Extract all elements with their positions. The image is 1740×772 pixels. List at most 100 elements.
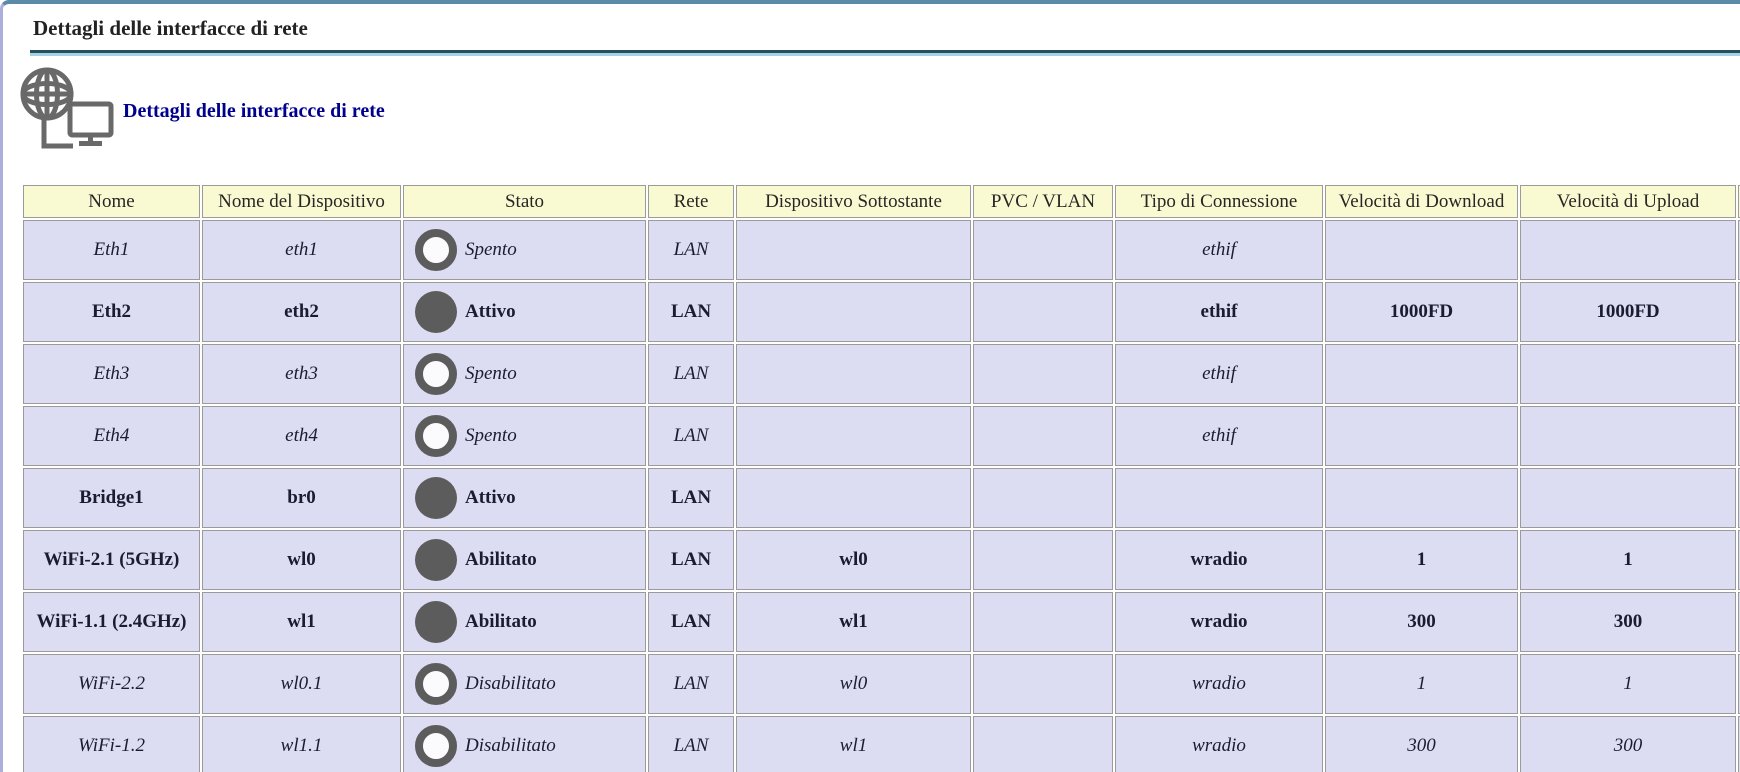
cell-underlying bbox=[736, 406, 971, 466]
cell-connection: ethif bbox=[1115, 406, 1323, 466]
table-row: WiFi-1.1 (2.4GHz) wl1 Abilitato LAN wl1 wradi… bbox=[23, 592, 1740, 652]
cell-upload: 300 bbox=[1520, 716, 1736, 772]
cell-underlying: wl0 bbox=[736, 530, 971, 590]
cell-upload: 1000FD bbox=[1520, 282, 1736, 342]
cell-pvc_vlan bbox=[973, 220, 1113, 280]
cell-device: eth1 bbox=[202, 220, 401, 280]
cell-pvc_vlan bbox=[973, 716, 1113, 772]
cell-network: LAN bbox=[648, 220, 734, 280]
column-header-pvc_vlan: PVC / VLAN bbox=[973, 185, 1113, 218]
column-header-status: Stato bbox=[403, 185, 646, 218]
cell-underlying bbox=[736, 468, 971, 528]
cell-device: eth2 bbox=[202, 282, 401, 342]
cell-name: Eth3 bbox=[23, 344, 200, 404]
globe-monitor-icon bbox=[20, 67, 114, 149]
status-label: Abilitato bbox=[465, 611, 537, 632]
status-label: Disabilitato bbox=[465, 673, 556, 694]
cell-device: br0 bbox=[202, 468, 401, 528]
status-inactive-icon bbox=[415, 663, 457, 705]
cell-download: 1000FD bbox=[1325, 282, 1518, 342]
status-inactive-icon bbox=[415, 353, 457, 395]
interfaces-table: Nome Nome del Dispositivo Stato Rete Disposi… bbox=[21, 183, 1740, 772]
cell-download: 300 bbox=[1325, 592, 1518, 652]
cell-upload: 300 bbox=[1520, 592, 1736, 652]
section-heading: Dettagli delle interfacce di rete bbox=[123, 99, 385, 122]
table-body: Eth1 eth1 Spento LAN ethif Eth2 eth2 Attivo LAN e… bbox=[23, 220, 1740, 772]
cell-name: Eth2 bbox=[23, 282, 200, 342]
status-label: Attivo bbox=[465, 487, 516, 508]
cell-underlying bbox=[736, 344, 971, 404]
cell-status: Attivo bbox=[403, 282, 646, 342]
cell-name: WiFi-2.2 bbox=[23, 654, 200, 714]
status-label: Spento bbox=[465, 239, 517, 260]
title-divider bbox=[30, 50, 1740, 56]
cell-download bbox=[1325, 406, 1518, 466]
column-header-upload: Velocità di Upload bbox=[1520, 185, 1736, 218]
status-active-icon bbox=[415, 291, 457, 333]
cell-underlying bbox=[736, 282, 971, 342]
cell-upload bbox=[1520, 344, 1736, 404]
cell-network: LAN bbox=[648, 282, 734, 342]
cell-download bbox=[1325, 344, 1518, 404]
cell-status: Abilitato bbox=[403, 530, 646, 590]
status-label: Abilitato bbox=[465, 549, 537, 570]
cell-network: LAN bbox=[648, 530, 734, 590]
cell-connection: wradio bbox=[1115, 654, 1323, 714]
cell-name: Eth1 bbox=[23, 220, 200, 280]
cell-download bbox=[1325, 468, 1518, 528]
cell-status: Spento bbox=[403, 344, 646, 404]
header-row: Nome Nome del Dispositivo Stato Rete Disposi… bbox=[23, 185, 1740, 218]
network-interface-details-page: Dettagli delle interfacce di rete Dettag… bbox=[0, 0, 1740, 772]
cell-name: WiFi-1.2 bbox=[23, 716, 200, 772]
cell-name: WiFi-2.1 (5GHz) bbox=[23, 530, 200, 590]
status-inactive-icon bbox=[415, 229, 457, 271]
cell-upload: 1 bbox=[1520, 654, 1736, 714]
table-row: WiFi-2.2 wl0.1 Disabilitato LAN wl0 wradio 1 1 bbox=[23, 654, 1740, 714]
table-row: Eth4 eth4 Spento LAN ethif bbox=[23, 406, 1740, 466]
cell-network: LAN bbox=[648, 468, 734, 528]
cell-network: LAN bbox=[648, 406, 734, 466]
cell-status: Spento bbox=[403, 406, 646, 466]
column-header-connection: Tipo di Connessione bbox=[1115, 185, 1323, 218]
status-label: Attivo bbox=[465, 301, 516, 322]
cell-status: Attivo bbox=[403, 468, 646, 528]
cell-connection bbox=[1115, 468, 1323, 528]
column-header-network: Rete bbox=[648, 185, 734, 218]
table-row: Bridge1 br0 Attivo LAN bbox=[23, 468, 1740, 528]
cell-device: wl1 bbox=[202, 592, 401, 652]
cell-download: 300 bbox=[1325, 716, 1518, 772]
cell-upload: 1 bbox=[1520, 530, 1736, 590]
cell-upload bbox=[1520, 220, 1736, 280]
page-title: Dettagli delle interfacce di rete bbox=[33, 16, 308, 40]
cell-network: LAN bbox=[648, 716, 734, 772]
cell-device: eth4 bbox=[202, 406, 401, 466]
status-label: Spento bbox=[465, 363, 517, 384]
cell-connection: wradio bbox=[1115, 716, 1323, 772]
column-header-device: Nome del Dispositivo bbox=[202, 185, 401, 218]
cell-upload bbox=[1520, 468, 1736, 528]
cell-connection: ethif bbox=[1115, 220, 1323, 280]
cell-upload bbox=[1520, 406, 1736, 466]
cell-pvc_vlan bbox=[973, 530, 1113, 590]
status-active-icon bbox=[415, 601, 457, 643]
cell-underlying: wl1 bbox=[736, 716, 971, 772]
cell-network: LAN bbox=[648, 344, 734, 404]
status-active-icon bbox=[415, 477, 457, 519]
cell-download: 1 bbox=[1325, 654, 1518, 714]
cell-name: WiFi-1.1 (2.4GHz) bbox=[23, 592, 200, 652]
cell-name: Eth4 bbox=[23, 406, 200, 466]
cell-pvc_vlan bbox=[973, 406, 1113, 466]
cell-connection: ethif bbox=[1115, 282, 1323, 342]
cell-device: wl1.1 bbox=[202, 716, 401, 772]
table-row: WiFi-2.1 (5GHz) wl0 Abilitato LAN wl0 wradio 1… bbox=[23, 530, 1740, 590]
status-inactive-icon bbox=[415, 725, 457, 767]
cell-connection: ethif bbox=[1115, 344, 1323, 404]
table-row: WiFi-1.2 wl1.1 Disabilitato LAN wl1 wradio 300… bbox=[23, 716, 1740, 772]
status-inactive-icon bbox=[415, 415, 457, 457]
table-row: Eth2 eth2 Attivo LAN ethif 1000FD 1000FD bbox=[23, 282, 1740, 342]
table-row: Eth1 eth1 Spento LAN ethif bbox=[23, 220, 1740, 280]
cell-network: LAN bbox=[648, 592, 734, 652]
cell-pvc_vlan bbox=[973, 654, 1113, 714]
column-header-name: Nome bbox=[23, 185, 200, 218]
cell-status: Abilitato bbox=[403, 592, 646, 652]
